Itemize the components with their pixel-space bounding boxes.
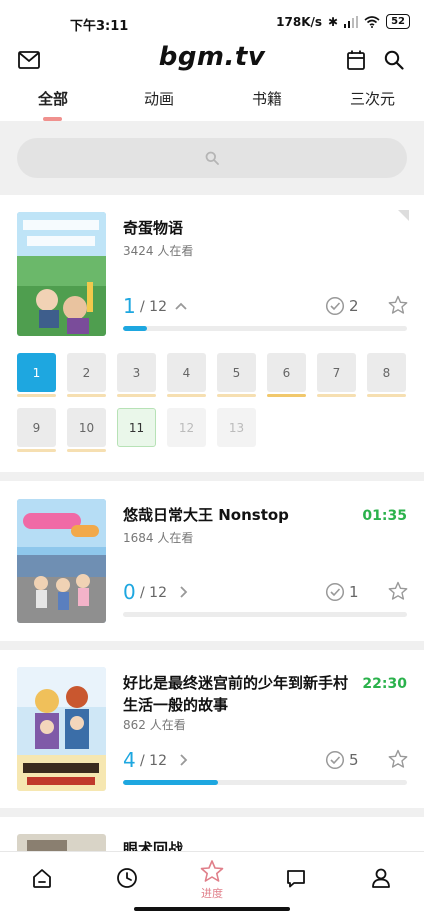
episode-button[interactable]: 3 [117,353,156,397]
episode-button[interactable]: 2 [67,353,106,397]
divider [0,641,424,650]
corner-fold [398,210,409,221]
progress-bar-fill [123,326,147,331]
episode-button[interactable]: 5 [217,353,256,397]
episode-button[interactable]: 9 [17,408,56,452]
progress-current[interactable]: 4 [123,748,136,772]
app-bar: bgm.tv [0,40,424,80]
progress-row: 4 / 12 5 [123,748,408,772]
cover-image[interactable] [17,667,106,791]
subject-title[interactable]: 悠哉日常大王 Nonstop [123,504,289,526]
progress-total: / 12 [140,585,167,601]
tab-anime[interactable]: 动画 [144,88,174,109]
signal-icon [344,15,359,28]
progress-bar-fill [123,780,218,785]
progress-row: 0 / 12 1 [123,580,408,604]
search-icon[interactable] [380,46,408,74]
episode-button[interactable]: 1 [17,353,56,397]
divider [0,472,424,481]
cover-image[interactable] [17,212,106,336]
subject-card[interactable]: 悠哉日常大王 Nonstop 01:35 1684 人在看 0 / 12 1 [0,481,424,641]
progress-bar [123,612,407,617]
home-indicator [134,907,290,911]
air-time: 22:30 [362,676,407,692]
progress-total: / 12 [140,753,167,769]
battery-icon: 52 [386,14,410,29]
progress-total: / 12 [140,299,167,315]
status-bar: 下午3:11 178K/s ✱ 52 [0,0,424,40]
subject-title[interactable]: 好比是最终迷宫前的少年到新手村 生活一般的故事 [123,672,348,716]
user-icon[interactable] [367,864,395,892]
wifi-icon [364,15,380,28]
chevron-right-icon[interactable] [175,584,191,600]
check-circle-icon[interactable] [325,296,345,316]
done-count: 1 [349,583,359,601]
star-icon[interactable] [388,581,408,601]
tab-all[interactable]: 全部 [38,88,68,109]
star-icon[interactable] [388,749,408,769]
progress-bar [123,780,407,785]
status-time: 下午3:11 [70,19,129,34]
chat-icon[interactable] [282,864,310,892]
progress-current[interactable]: 0 [123,580,136,604]
watcher-count: 3424 人在看 [123,244,194,258]
chevron-right-icon[interactable] [175,752,191,768]
watcher-count: 862 人在看 [123,718,186,732]
chevron-up-icon[interactable] [173,298,189,314]
episode-button[interactable]: 4 [167,353,206,397]
episode-button[interactable]: 12 [167,408,206,447]
subject-card[interactable]: 眼术回战 [0,817,424,851]
subject-title-line: 好比是最终迷宫前的少年到新手村 [123,674,349,692]
subject-title[interactable]: 奇蛋物语 [123,217,183,239]
episode-button[interactable]: 7 [317,353,356,397]
done-count: 2 [349,297,359,315]
search-input[interactable] [17,138,407,178]
check-circle-icon[interactable] [325,582,345,602]
episode-button[interactable]: 6 [267,353,306,397]
star-icon[interactable] [198,857,226,885]
cover-image[interactable] [17,834,106,851]
bluetooth-icon: ✱ [328,14,339,29]
episode-button[interactable]: 10 [67,408,106,452]
status-icons: 178K/s ✱ 52 [276,14,410,29]
done-count: 5 [349,751,359,769]
calendar-icon[interactable] [342,46,370,74]
subject-card[interactable]: 好比是最终迷宫前的少年到新手村 生活一般的故事 22:30 862 人在看 4 … [0,650,424,808]
subject-card[interactable]: 奇蛋物语 3424 人在看 1 / 12 2 1 2 3 4 5 6 7 8 9… [0,195,424,472]
nav-progress-label[interactable]: 进度 [196,885,228,901]
clock-icon[interactable] [113,864,141,892]
check-circle-icon[interactable] [325,750,345,770]
tab-real[interactable]: 三次元 [350,88,395,109]
progress-bar [123,326,407,331]
watcher-count: 1684 人在看 [123,531,194,545]
progress-current[interactable]: 1 [123,294,136,318]
cover-image[interactable] [17,499,106,623]
episode-button[interactable]: 11 [117,408,156,447]
divider [0,808,424,817]
tab-books[interactable]: 书籍 [252,88,282,109]
search-area [0,121,424,195]
network-speed: 178K/s [276,14,323,29]
air-time: 01:35 [362,508,407,524]
home-icon[interactable] [28,864,56,892]
search-icon [205,151,219,165]
category-tabs: 全部 动画 书籍 三次元 [0,80,424,120]
subject-title[interactable]: 眼术回战 [123,838,183,851]
episode-button[interactable]: 8 [367,353,406,397]
subject-title-line: 生活一般的故事 [123,696,229,714]
episode-button[interactable]: 13 [217,408,256,447]
progress-row: 1 / 12 2 [123,294,408,318]
star-icon[interactable] [388,295,408,315]
